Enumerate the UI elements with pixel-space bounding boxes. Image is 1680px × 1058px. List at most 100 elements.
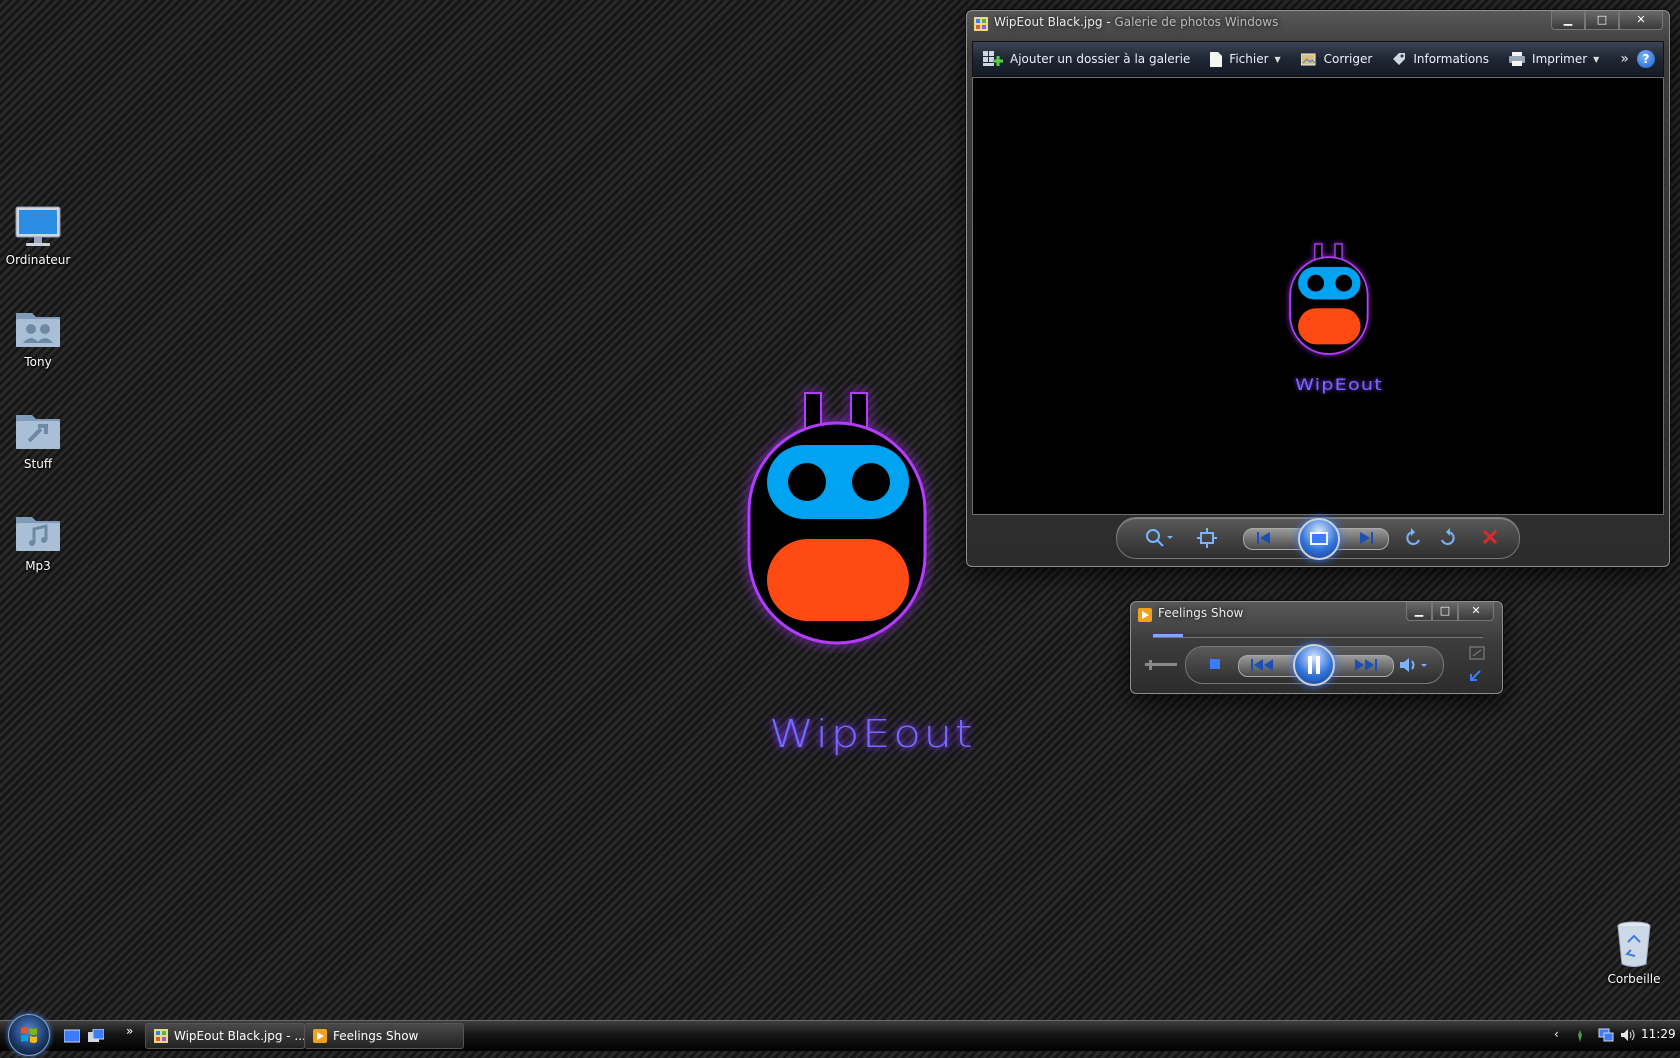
restore-arrow-icon <box>1470 670 1481 681</box>
next-icon <box>1360 532 1373 544</box>
next-track-button[interactable] <box>1352 657 1378 673</box>
next-button[interactable] <box>1357 530 1375 546</box>
show-desktop-icon[interactable] <box>64 1029 80 1043</box>
quick-launch-overflow[interactable]: » <box>126 1024 133 1038</box>
desktop-icon-mp3[interactable]: Mp3 <box>0 509 76 573</box>
image-wordmark: WipEout <box>1294 375 1384 394</box>
pause-icon <box>1308 656 1320 674</box>
desktop-icon-label: Ordinateur <box>5 253 71 267</box>
tag-icon <box>1393 53 1406 65</box>
clock[interactable]: 11:29 <box>1641 1027 1676 1041</box>
minimize-button[interactable]: ▁ <box>1406 602 1432 621</box>
chevron-down-icon: ▼ <box>1593 54 1600 64</box>
wipeout-mascot-logo <box>1289 243 1369 355</box>
actual-size-icon <box>1197 528 1217 548</box>
next-track-icon <box>1355 659 1377 671</box>
window-title: WipEout Black.jpg - Galerie de photos Wi… <box>994 15 1278 29</box>
music-folder-icon <box>16 517 60 551</box>
fix-button[interactable]: Corriger <box>1291 42 1383 76</box>
delete-button[interactable] <box>1481 528 1499 546</box>
windows-logo-icon <box>21 1027 37 1043</box>
speaker-icon <box>1400 658 1427 672</box>
media-player-window[interactable]: Feelings Show ▁ □ ✕ <box>1130 601 1503 694</box>
minimize-button[interactable]: ▁ <box>1551 11 1585 30</box>
player-title: Feelings Show <box>1158 606 1244 620</box>
stop-button[interactable] <box>1208 657 1222 671</box>
media-player-icon <box>1138 608 1152 622</box>
restore-player-button[interactable] <box>1469 668 1485 682</box>
viewer-controls <box>1116 517 1520 560</box>
info-button[interactable]: Informations <box>1382 42 1499 76</box>
maximize-button[interactable]: □ <box>1585 11 1619 30</box>
rotate-counterclockwise-icon <box>1406 528 1420 545</box>
switch-windows-icon[interactable] <box>88 1029 104 1043</box>
actual-size-button[interactable] <box>1197 528 1217 548</box>
previous-track-button[interactable] <box>1250 657 1276 673</box>
previous-button[interactable] <box>1255 530 1273 546</box>
file-menu-label: Fichier <box>1229 52 1269 66</box>
window-title-file: WipEout Black.jpg - <box>994 15 1115 29</box>
photo-gallery-icon <box>974 17 988 31</box>
play-pause-button[interactable] <box>1293 644 1335 686</box>
folder-icon <box>16 415 60 449</box>
print-menu-label: Imprimer <box>1532 52 1588 66</box>
add-folder-label: Ajouter un dossier à la galerie <box>1010 52 1191 66</box>
more-options-button[interactable]: » <box>1612 51 1637 67</box>
stop-icon <box>1210 659 1220 669</box>
rotate-left-button[interactable] <box>1405 528 1423 548</box>
file-menu[interactable]: Fichier ▼ <box>1200 42 1290 76</box>
magnifier-icon <box>1146 529 1173 547</box>
wallpaper-wordmark: WipEout <box>768 712 975 756</box>
user-folder-icon <box>16 313 60 347</box>
add-folder-button[interactable]: Ajouter un dossier à la galerie <box>973 42 1200 76</box>
image-viewer[interactable]: WipEout <box>972 77 1664 515</box>
taskbar-button-gallery[interactable]: WipEout Black.jpg - ... <box>145 1023 305 1049</box>
close-button[interactable]: ✕ <box>1619 11 1663 30</box>
delete-x-icon <box>1482 529 1498 545</box>
fullscreen-icon <box>1469 646 1485 660</box>
fullscreen-button[interactable] <box>1469 646 1485 660</box>
window-buttons: ▁ □ ✕ <box>1406 602 1494 621</box>
library-icon <box>1145 660 1177 670</box>
switch-to-library-button[interactable] <box>1145 657 1177 673</box>
player-title-bar[interactable]: Feelings Show ▁ □ ✕ <box>1131 602 1502 628</box>
show-hidden-icons-button[interactable]: ‹ <box>1554 1027 1559 1041</box>
seek-bar[interactable] <box>1153 634 1483 638</box>
slideshow-button[interactable] <box>1298 518 1340 560</box>
volume-icon[interactable] <box>1620 1028 1636 1042</box>
desktop-icon-tony[interactable]: Tony <box>0 305 76 369</box>
network-icon[interactable] <box>1598 1028 1614 1042</box>
chevron-down-icon: ▼ <box>1274 54 1281 64</box>
desktop-icon-ordinateur[interactable]: Ordinateur <box>0 205 76 267</box>
slideshow-icon <box>1310 532 1328 545</box>
desktop-icon-label: Mp3 <box>25 559 51 573</box>
fix-photo-icon <box>1300 53 1316 66</box>
desktop-icon-label: Tony <box>24 355 52 369</box>
rotate-right-button[interactable] <box>1438 528 1456 548</box>
taskbar-button-label: Feelings Show <box>333 1029 419 1043</box>
window-buttons: ▁ □ ✕ <box>1551 11 1663 30</box>
print-menu[interactable]: Imprimer ▼ <box>1499 42 1609 76</box>
photo-gallery-icon <box>154 1029 168 1043</box>
desktop-icon-label: Corbeille <box>1607 972 1661 986</box>
document-icon <box>1210 51 1223 67</box>
fix-button-label: Corriger <box>1323 52 1373 66</box>
desktop-icon-stuff[interactable]: Stuff <box>0 407 76 471</box>
title-bar[interactable]: WipEout Black.jpg - Galerie de photos Wi… <box>967 11 1669 37</box>
help-button[interactable]: ? <box>1637 50 1655 68</box>
recycle-bin-icon <box>1617 921 1651 967</box>
info-button-label: Informations <box>1413 52 1490 66</box>
zoom-button[interactable] <box>1145 528 1175 548</box>
close-button[interactable]: ✕ <box>1458 602 1494 621</box>
window-title-app: Galerie de photos Windows <box>1114 15 1279 29</box>
taskbar-button-player[interactable]: Feelings Show <box>304 1023 464 1049</box>
maximize-button[interactable]: □ <box>1432 602 1458 621</box>
previous-track-icon <box>1251 659 1273 671</box>
add-folder-icon <box>983 51 1003 66</box>
sidebar-gadget-icon[interactable] <box>1574 1029 1586 1043</box>
volume-button[interactable] <box>1398 656 1430 674</box>
transport-controls <box>1185 644 1444 686</box>
photo-gallery-window[interactable]: WipEout Black.jpg - Galerie de photos Wi… <box>966 10 1670 567</box>
rotate-clockwise-icon <box>1441 528 1455 545</box>
desktop-icon-corbeille[interactable]: Corbeille <box>1596 920 1672 986</box>
